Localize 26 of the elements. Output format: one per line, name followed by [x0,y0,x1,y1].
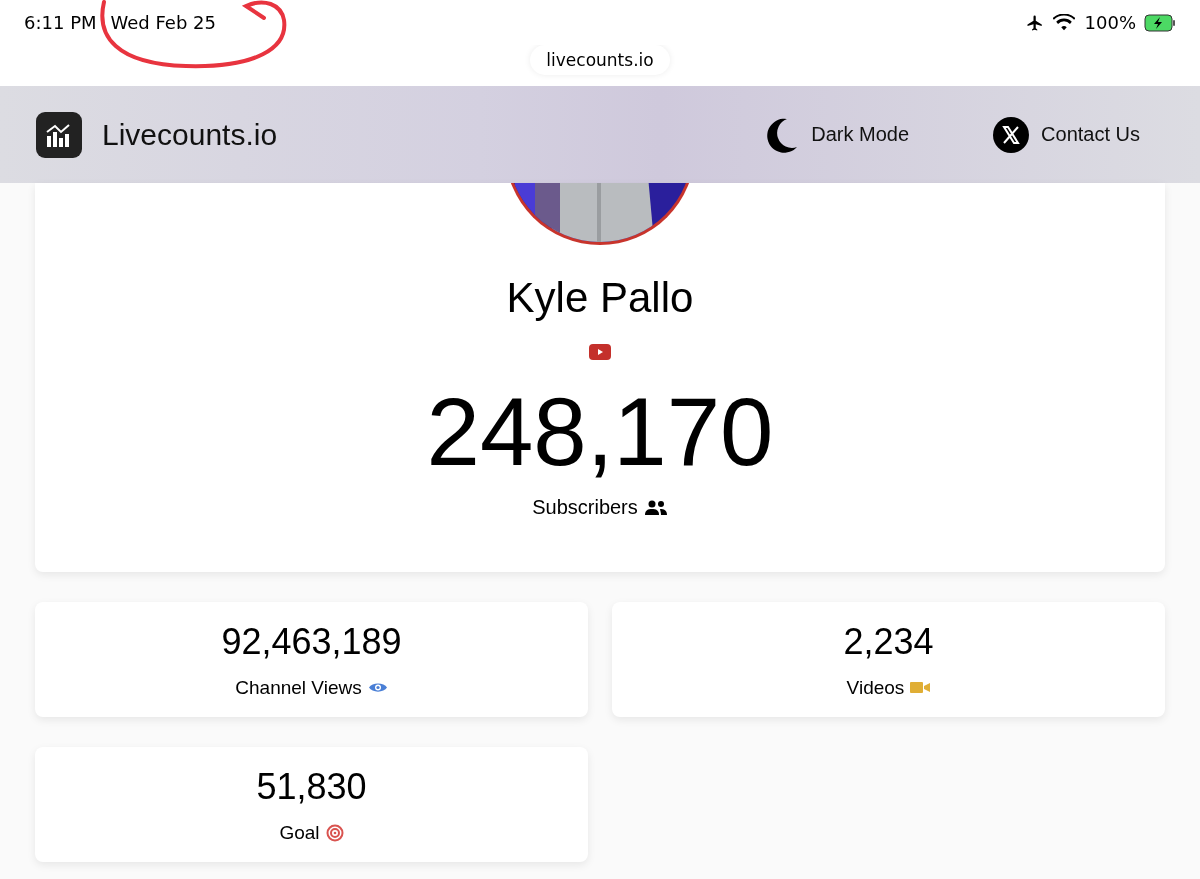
stat-value: 51,830 [256,765,367,808]
subscribers-label: Subscribers [532,496,638,519]
stat-label: Goal [279,821,320,844]
stat-value: 92,463,189 [221,620,402,663]
status-time: 6:11 PM [24,12,97,33]
header-link[interactable]: Contact Us [993,116,1140,153]
wifi-icon [1052,13,1075,32]
play-icon [589,344,611,360]
status-date: Wed Feb 25 [110,12,216,33]
header-link[interactable]: Dark Mode [765,116,910,153]
battery-icon [1144,13,1176,32]
target-icon [325,823,344,842]
users-icon [643,499,668,516]
x-logo-icon [993,116,1030,153]
airplane-icon [1024,13,1045,32]
stat-label: Channel Views [235,676,362,699]
chart-logo-icon [36,111,82,158]
subscriber-count: 248,170 [426,384,774,480]
battery-percent: 100% [1084,12,1136,33]
video-camera-icon [910,681,931,694]
url-pill[interactable]: livecounts.io [530,45,670,75]
stat-label: Videos [846,676,905,699]
channel-name: Kyle Pallo [506,274,694,322]
eye-icon [367,681,388,694]
stat-value: 2,234 [843,620,934,663]
brand-name[interactable]: Livecounts.io [102,117,278,152]
